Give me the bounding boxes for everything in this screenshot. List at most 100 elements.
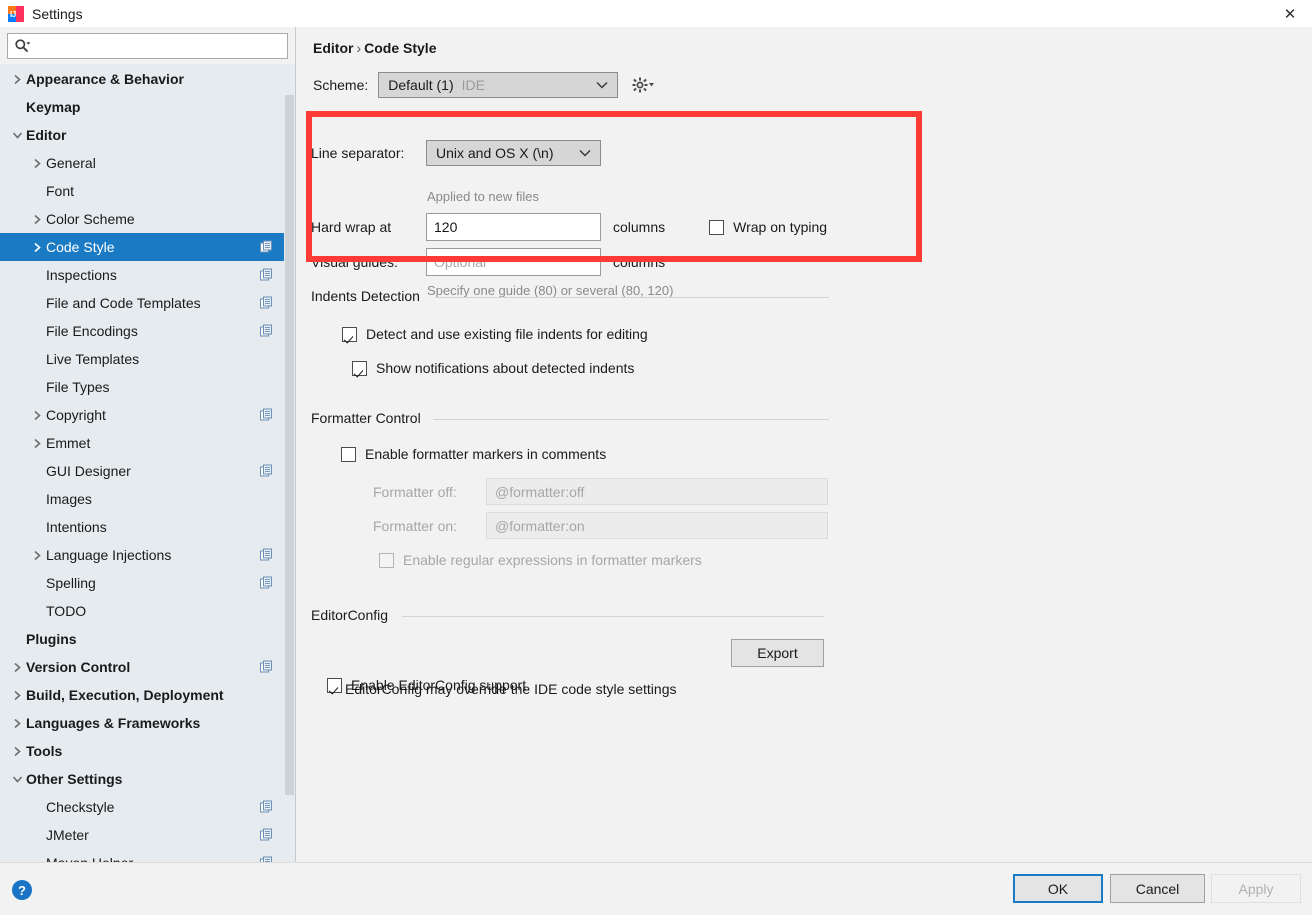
line-separator-label: Line separator: <box>311 145 405 161</box>
scheme-scope: IDE <box>461 77 485 93</box>
chevron-right-icon[interactable] <box>28 158 46 169</box>
sidebar-item-plugins[interactable]: Plugins <box>0 625 295 653</box>
sidebar-item-label: Intentions <box>46 519 107 535</box>
visual-guides-hint: Specify one guide (80) or several (80, 1… <box>427 283 674 298</box>
copy-settings-icon <box>260 240 273 254</box>
enable-formatter-markers-checkbox[interactable] <box>341 446 356 462</box>
chevron-right-icon[interactable] <box>28 214 46 225</box>
scheme-select[interactable]: Default (1) IDE <box>378 72 619 98</box>
search-box[interactable] <box>7 33 288 59</box>
sidebar-item-general[interactable]: General <box>0 149 295 177</box>
sidebar-item-inspections[interactable]: Inspections <box>0 261 295 289</box>
formatter-on-row: Formatter on: @formatter:on <box>373 512 828 539</box>
chevron-down-icon[interactable] <box>8 131 26 140</box>
window-title: Settings <box>32 5 83 22</box>
indents-detection-rule <box>435 297 829 298</box>
scheme-gear-button[interactable] <box>632 74 658 96</box>
sidebar-item-build-execution-deployment[interactable]: Build, Execution, Deployment <box>0 681 295 709</box>
sidebar-item-file-encodings[interactable]: File Encodings <box>0 317 295 345</box>
line-separator-value: Unix and OS X (\n) <box>436 145 554 161</box>
sidebar-item-editor[interactable]: Editor <box>0 121 295 149</box>
sidebar-item-code-style[interactable]: Code Style <box>0 233 295 261</box>
sidebar-item-file-and-code-templates[interactable]: File and Code Templates <box>0 289 295 317</box>
sidebar-item-todo[interactable]: TODO <box>0 597 295 625</box>
formatter-off-input[interactable]: @formatter:off <box>486 478 828 505</box>
editorconfig-note: EditorConfig may override the IDE code s… <box>345 681 677 697</box>
wrap-on-typing-label: Wrap on typing <box>733 219 828 235</box>
formatter-control-title: Formatter Control <box>311 410 428 426</box>
sidebar-item-label: Appearance & Behavior <box>26 71 184 87</box>
enable-regex-markers-row[interactable]: Enable regular expressions in formatter … <box>379 552 702 568</box>
sidebar-item-label: Checkstyle <box>46 799 115 815</box>
sidebar-scrollbar-track[interactable] <box>284 65 295 862</box>
sidebar-item-languages-frameworks[interactable]: Languages & Frameworks <box>0 709 295 737</box>
sidebar-item-intentions[interactable]: Intentions <box>0 513 295 541</box>
chevron-right-icon[interactable] <box>8 746 26 757</box>
chevron-right-icon[interactable] <box>28 410 46 421</box>
copy-settings-icon <box>260 324 273 338</box>
sidebar-item-keymap[interactable]: Keymap <box>0 93 295 121</box>
detect-indents-row[interactable]: Detect and use existing file indents for… <box>342 326 648 342</box>
sidebar-item-images[interactable]: Images <box>0 485 295 513</box>
visual-guides-label: Visual guides: <box>311 254 398 270</box>
sidebar-item-label: File and Code Templates <box>46 295 201 311</box>
copy-settings-icon <box>260 464 273 478</box>
sidebar-item-label: General <box>46 155 96 171</box>
hard-wrap-input[interactable] <box>426 213 601 241</box>
copy-settings-icon <box>260 660 273 674</box>
wrap-on-typing-checkbox[interactable] <box>709 219 725 235</box>
help-icon[interactable]: ? <box>11 879 33 901</box>
search-input[interactable] <box>30 35 287 57</box>
sidebar-item-copyright[interactable]: Copyright <box>0 401 295 429</box>
sidebar-item-label: File Types <box>46 379 110 395</box>
sidebar-item-gui-designer[interactable]: GUI Designer <box>0 457 295 485</box>
hard-wrap-units: columns <box>613 219 666 235</box>
export-button[interactable]: Export <box>731 639 824 667</box>
chevron-right-icon[interactable] <box>8 662 26 673</box>
chevron-right-icon[interactable] <box>28 550 46 561</box>
apply-button[interactable]: Apply <box>1211 874 1301 903</box>
chevron-down-icon[interactable] <box>8 775 26 784</box>
sidebar-item-live-templates[interactable]: Live Templates <box>0 345 295 373</box>
sidebar-item-label: Copyright <box>46 407 106 423</box>
code-style-panel: Editor › Code Style Scheme: Default (1) ID… <box>297 27 1312 862</box>
sidebar-item-checkstyle[interactable]: Checkstyle <box>0 793 295 821</box>
chevron-right-icon[interactable] <box>28 438 46 449</box>
ok-button[interactable]: OK <box>1013 874 1103 903</box>
line-separator-select[interactable]: Unix and OS X (\n) <box>426 140 601 166</box>
show-notifications-row[interactable]: Show notifications about detected indent… <box>352 360 634 376</box>
scheme-row: Scheme: Default (1) IDE <box>313 72 658 98</box>
sidebar-item-label: Color Scheme <box>46 211 135 227</box>
enable-regex-markers-checkbox[interactable] <box>379 552 394 568</box>
chevron-right-icon[interactable] <box>8 74 26 85</box>
cancel-button[interactable]: Cancel <box>1110 874 1205 903</box>
sidebar-item-maven-helper[interactable]: Maven Helper <box>0 849 295 862</box>
editorconfig-rule <box>402 616 824 617</box>
sidebar-item-emmet[interactable]: Emmet <box>0 429 295 457</box>
wrap-on-typing-row[interactable]: Wrap on typing <box>709 219 827 235</box>
sidebar-item-tools[interactable]: Tools <box>0 737 295 765</box>
sidebar-item-language-injections[interactable]: Language Injections <box>0 541 295 569</box>
sidebar-item-spelling[interactable]: Spelling <box>0 569 295 597</box>
chevron-right-icon[interactable] <box>8 718 26 729</box>
title-bar: IJ Settings ✕ <box>0 0 1312 27</box>
visual-guides-input[interactable] <box>426 248 601 276</box>
formatter-on-input[interactable]: @formatter:on <box>486 512 828 539</box>
sidebar-item-font[interactable]: Font <box>0 177 295 205</box>
scheme-label: Scheme: <box>313 77 369 93</box>
sidebar-item-jmeter[interactable]: JMeter <box>0 821 295 849</box>
enable-editorconfig-checkbox[interactable] <box>327 677 342 693</box>
show-notifications-checkbox[interactable] <box>352 360 367 376</box>
sidebar-item-color-scheme[interactable]: Color Scheme <box>0 205 295 233</box>
sidebar-item-appearance-behavior[interactable]: Appearance & Behavior <box>0 65 295 93</box>
enable-formatter-markers-row[interactable]: Enable formatter markers in comments <box>341 446 606 462</box>
sidebar-scrollbar-thumb[interactable] <box>285 95 294 795</box>
sidebar-item-version-control[interactable]: Version Control <box>0 653 295 681</box>
chevron-right-icon[interactable] <box>8 690 26 701</box>
sidebar-item-other-settings[interactable]: Other Settings <box>0 765 295 793</box>
close-icon[interactable]: ✕ <box>1268 0 1312 27</box>
formatter-off-row: Formatter off: @formatter:off <box>373 478 828 505</box>
detect-indents-checkbox[interactable] <box>342 326 357 342</box>
chevron-right-icon[interactable] <box>28 242 46 253</box>
sidebar-item-file-types[interactable]: File Types <box>0 373 295 401</box>
